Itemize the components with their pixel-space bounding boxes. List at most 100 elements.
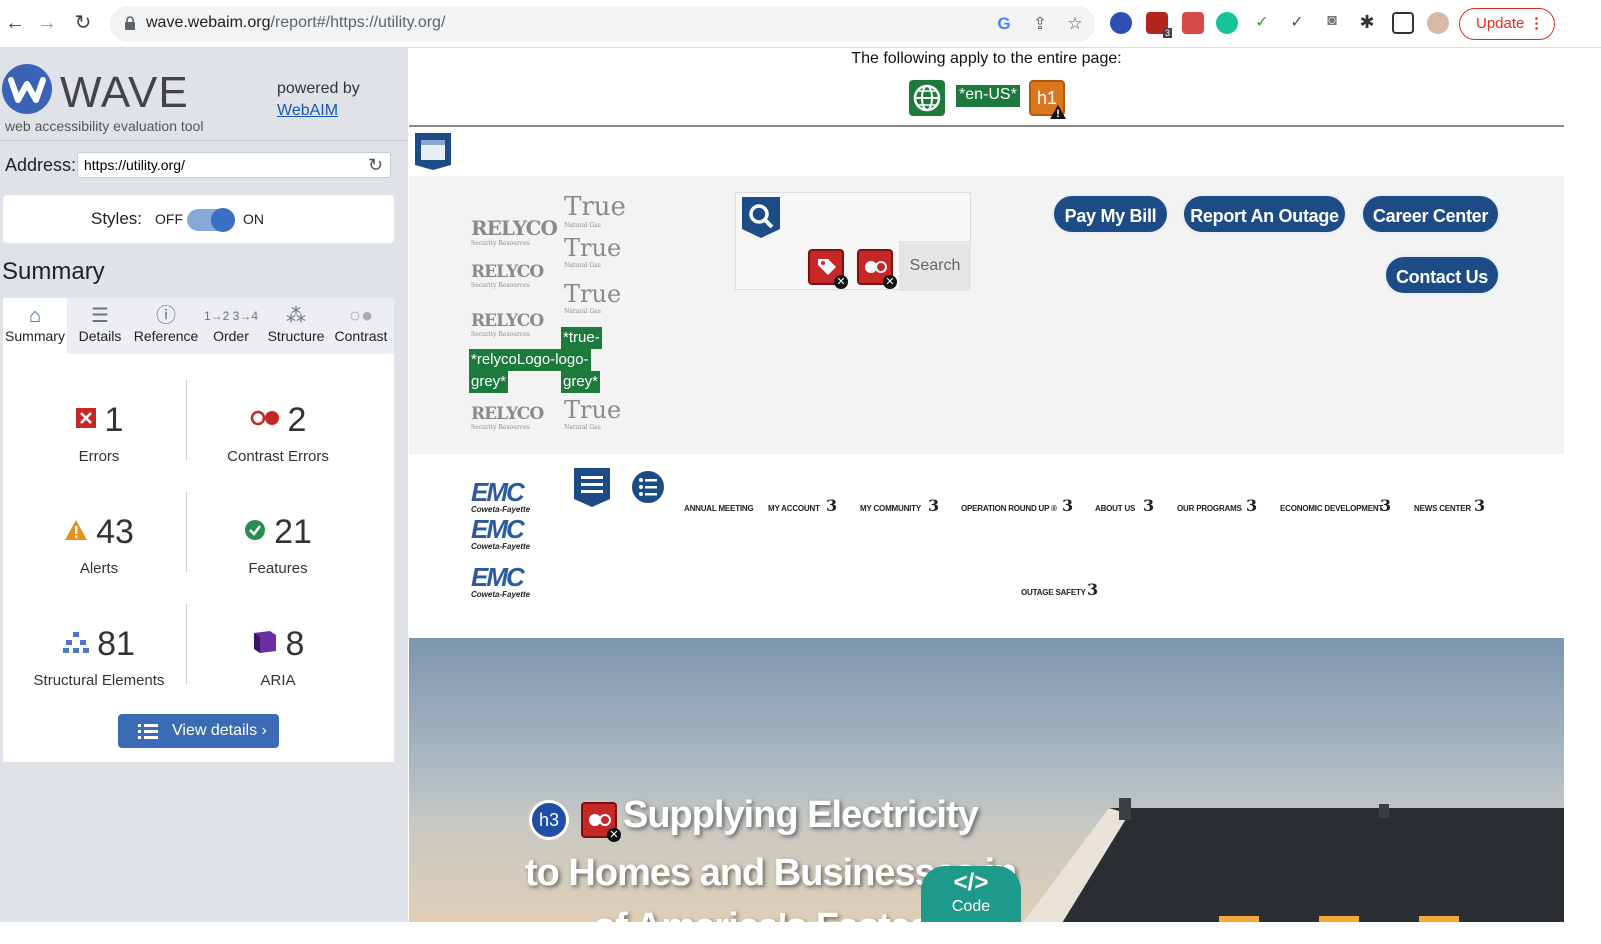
hero-banner: h3 ✕ Supplying Electricity to Homes and … [409,638,1564,922]
url-text[interactable]: wave.webaim.org/report#/https://utility.… [146,14,445,32]
contrast-error-icon[interactable]: ✕ [857,249,897,289]
search-region-icon[interactable] [740,195,782,239]
address-bar[interactable]: wave.webaim.org/report#/https://utility.… [110,6,1095,42]
nav-news-center[interactable]: NEWS CENTER [1414,504,1471,513]
tab-details-label: Details [78,328,122,344]
pay-bill-button[interactable]: Pay My Bill [1052,194,1169,234]
share-icon[interactable]: ⇪ [1030,14,1050,34]
address-input[interactable] [77,152,391,178]
alt-text-badge[interactable]: grey* [561,371,601,393]
globe-icon[interactable] [909,80,945,116]
nav-outage-safety[interactable]: OUTAGE SAFETY [1021,588,1086,597]
back-arrow-icon[interactable]: ← [2,10,28,36]
errors-count: 1 [104,401,124,439]
true-logo[interactable]: True Natural Gas [564,396,621,431]
styles-toggle[interactable] [187,208,235,232]
true-text: True [564,396,622,424]
structure-icon [63,632,90,654]
contrast-error-icon[interactable]: ✕ [581,802,621,842]
relyco-text: RELYCO [471,404,544,424]
nav-about-us[interactable]: ABOUT US [1095,504,1135,513]
page-preview: The following apply to the entire page: … [409,48,1564,922]
alt-text-badge[interactable]: *relycoLogo-logo- [469,349,591,371]
emc-logo[interactable]: EMC Coweta-Fayette [471,564,530,600]
features-count: 21 [274,513,312,551]
tab-order[interactable]: 1→2 3→4 Order [203,298,259,354]
contact-us-button[interactable]: Contact Us [1384,255,1500,295]
nav-our-programs-num: 3 [1246,496,1258,515]
avatar[interactable] [1427,12,1449,34]
career-center-button[interactable]: Career Center [1361,194,1500,234]
nav-my-community[interactable]: MY COMMUNITY [860,504,921,513]
stat-contrast-errors[interactable]: 2 Contrast Errors [188,398,368,465]
puzzle-icon[interactable]: ✱ [1356,12,1378,34]
tab-reference[interactable]: ⓘ Reference [133,298,199,354]
true-logo[interactable]: True Natural Gas [564,280,621,315]
sp-extension-icon[interactable]: ✓ [1286,12,1308,34]
h3-heading-badge[interactable]: h3 [529,800,569,840]
code-toggle-button[interactable]: </> Code [921,866,1021,922]
true-logo[interactable]: True Natural Gas [564,234,621,269]
stat-structural[interactable]: 81 Structural Elements [9,622,189,689]
nav-my-account[interactable]: MY ACCOUNT [768,504,820,513]
missing-label-icon[interactable]: ✕ [808,249,848,289]
stat-aria[interactable]: 8 ARIA [188,622,368,689]
tab-contrast[interactable]: ○● Contrast [331,298,391,354]
tab-structure[interactable]: ⁂ Structure [263,298,329,354]
shield-extension-icon[interactable]: 3 [1146,12,1172,38]
view-details-button[interactable]: View details › [118,714,279,748]
stat-features[interactable]: 21 Features [188,510,368,577]
google-icon[interactable]: G [994,14,1014,34]
list-region-icon[interactable] [629,468,667,506]
checkmark-extension-icon[interactable]: ✓ [1251,12,1273,34]
extension-icon[interactable] [1110,12,1132,34]
hero-heading-line1: Supplying Electricity [623,794,979,836]
nav-about-us-num: 3 [1143,496,1155,515]
tab-details[interactable]: ☰ Details [69,298,131,354]
grammarly-icon[interactable] [1216,12,1238,34]
stat-errors[interactable]: 1 Errors [9,398,189,465]
emc-logo-subtext: Coweta-Fayette [471,590,531,599]
navigation-region-icon[interactable] [572,466,612,508]
nav-outage-safety-num: 3 [1087,580,1099,599]
tab-summary[interactable]: ⌂ Summary [3,298,67,354]
order-icon: 1→2 3→4 [203,309,259,323]
report-outage-button[interactable]: Report An Outage [1182,194,1347,234]
relyco-subtext: Security Resources [471,331,530,338]
webaim-link[interactable]: WebAIM [277,102,338,120]
stat-alerts[interactable]: 43 Alerts [9,510,189,577]
relyco-logo[interactable]: RELYCO Security Resources [471,216,558,247]
nav-our-programs[interactable]: OUR PROGRAMS [1177,504,1242,513]
star-icon[interactable]: ☆ [1065,14,1085,34]
nav-operation-round-up[interactable]: OPERATION ROUND UP ® [961,504,1057,513]
camera-icon[interactable]: ◙ [1321,12,1343,34]
emc-logo[interactable]: EMC Coweta-Fayette [471,516,530,552]
relyco-logo[interactable]: RELYCO Security Resources [471,404,544,431]
relyco-text: RELYCO [471,216,558,240]
nav-annual-meeting[interactable]: ANNUAL MEETING [684,504,754,513]
header-region-icon[interactable] [412,131,454,171]
reload-icon[interactable]: ↻ [70,10,96,36]
wave-tagline: web accessibility evaluation tool [5,118,204,134]
search-button[interactable]: Search [899,241,971,291]
contrast-icon: ○● [348,305,374,327]
code-label: Code [951,898,991,915]
emc-logo[interactable]: EMC Coweta-Fayette [471,479,530,515]
alt-text-badge[interactable]: *true- [561,327,602,349]
relyco-logo[interactable]: RELYCO Security Resources [471,311,544,338]
refresh-icon[interactable]: ↻ [368,155,383,176]
relyco-subtext: Security Resources [471,282,530,289]
nav-economic-development[interactable]: ECONOMIC DEVELOPMENT [1280,504,1383,513]
relyco-logo[interactable]: RELYCO Security Resources [471,262,544,289]
features-label: Features [248,560,308,577]
sidepanel-icon[interactable] [1392,12,1414,34]
alt-text-badge[interactable]: grey* [469,371,509,393]
wave-extension-icon[interactable] [1182,12,1204,34]
language-badge[interactable]: *en-US* [956,85,1020,107]
forward-arrow-icon[interactable]: → [34,10,60,36]
emc-logo-text: EMC [471,562,525,592]
true-logo[interactable]: True Natural Gas [564,192,626,229]
powered-by-text: powered by [277,80,360,97]
update-button[interactable]: Update ⋮ [1459,8,1555,40]
alerts-label: Alerts [79,560,119,577]
